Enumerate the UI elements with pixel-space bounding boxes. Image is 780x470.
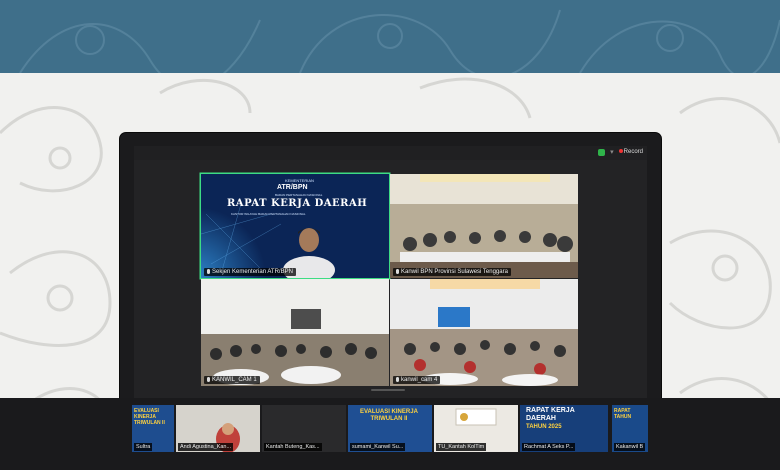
- video-tile-cam1[interactable]: KANWIL_CAM 1: [201, 279, 389, 386]
- thumb-rachmat[interactable]: RAPAT KERJA DAERAH TAHUN 2025 Rachmat A S…: [520, 405, 608, 452]
- participant-label: Kakanwil B: [614, 443, 646, 451]
- thumb-sultra[interactable]: EVALUASI KINERJA TRIWULAN II Sultra: [132, 405, 174, 452]
- thumb-sumami[interactable]: EVALUASI KINERJA TRIWULAN II sumami_Kanwi…: [348, 405, 432, 452]
- thumb-slide-line2: TAHUN: [614, 414, 632, 420]
- signal-icon: ▾: [610, 149, 614, 156]
- thumb-slide-line1: RAPAT KERJA: [526, 407, 575, 414]
- thumb-slide-line2: DAERAH: [526, 415, 556, 422]
- video-tile-room[interactable]: Kanwil BPN Provinsi Sulawesi Tenggara: [390, 174, 578, 278]
- room-scene: [390, 174, 578, 278]
- participant-label: KANWIL_CAM 1: [204, 376, 260, 384]
- thumb-kakanwil[interactable]: RAPAT TAHUN Kakanwil B: [612, 405, 648, 452]
- participant-label: Sekjen Kementerian ATR/BPN: [204, 268, 296, 276]
- top-banner: [0, 0, 780, 73]
- banner-ornament: [19, 9, 780, 73]
- thumb-slide-line1: EVALUASI KINERJA: [134, 408, 159, 420]
- participant-label: sumami_Kanwil Su...: [350, 443, 406, 451]
- slide-title: RAPAT KERJA DAERAH: [227, 198, 368, 209]
- participant-label: Sultra: [134, 443, 153, 451]
- participant-label: kanwil_cam 4: [393, 376, 441, 384]
- video-tile-speaker[interactable]: KEMENTERIAN ATR/BPN BADAN PERTANAHAN NAS…: [201, 174, 389, 278]
- record-dot-icon: [618, 149, 623, 153]
- security-shield-icon[interactable]: [598, 148, 606, 156]
- hall-scene: [201, 279, 389, 386]
- mic-icon: [396, 269, 399, 274]
- slide-subtitle: KANTOR WILAYAH BADAN PERTANAHAN NASIONAL: [231, 212, 306, 216]
- mic-icon: [396, 377, 399, 382]
- participant-label: TU_Kantah KolTim: [436, 443, 487, 451]
- thumb-kantah-buteng[interactable]: Kantah Buteng_Kas...: [262, 405, 346, 452]
- record-indicator[interactable]: Record: [618, 149, 643, 155]
- thumb-slide-line2: TRIWULAN II: [370, 416, 408, 422]
- slide-logo: ATR/BPN: [277, 184, 308, 191]
- ballroom-scene: [390, 279, 578, 386]
- meeting-toolbar: ▾ Record: [134, 146, 647, 160]
- mic-icon: [207, 269, 210, 274]
- participant-label: Kanwil BPN Provinsi Sulawesi Tenggara: [393, 268, 511, 276]
- thumb-andi[interactable]: Andi Agustina_Kan...: [176, 405, 260, 452]
- mic-icon: [207, 377, 210, 382]
- gallery-resize-handle[interactable]: [371, 389, 405, 391]
- video-tile-cam4[interactable]: kanwil_cam 4: [390, 279, 578, 386]
- thumb-slide-line2: TRIWULAN II: [134, 420, 165, 426]
- participant-label: Andi Agustina_Kan...: [178, 443, 234, 451]
- participant-label: Kantah Buteng_Kas...: [264, 443, 322, 451]
- thumb-slide-line1: EVALUASI KINERJA: [360, 409, 418, 415]
- thumb-tu-koltim[interactable]: TU_Kantah KolTim: [434, 405, 518, 452]
- record-label: Record: [623, 149, 643, 155]
- slide-org-sub: BADAN PERTANAHAN NASIONAL: [275, 193, 323, 197]
- participant-label: Rachmat A Seks P...: [522, 443, 576, 451]
- slide-org-top: KEMENTERIAN: [285, 178, 314, 183]
- thumb-slide-year: TAHUN 2025: [526, 424, 562, 430]
